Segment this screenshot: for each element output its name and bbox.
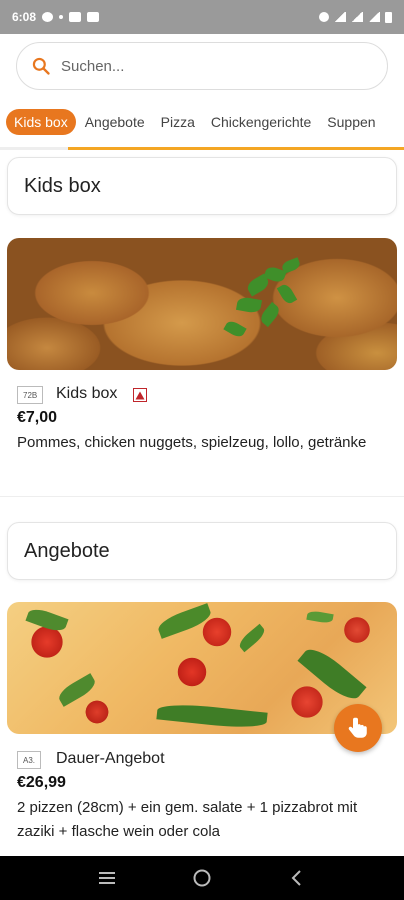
item-image-kids-box[interactable] <box>7 238 397 370</box>
hand-pointer-icon <box>348 717 367 738</box>
search-icon <box>32 57 50 75</box>
search-input[interactable] <box>61 57 361 75</box>
home-icon[interactable] <box>191 867 213 889</box>
order-fab-button[interactable] <box>334 704 382 752</box>
message-icon <box>42 12 54 22</box>
status-time: 6:08 <box>12 10 37 24</box>
search-bar[interactable] <box>16 42 388 90</box>
divider <box>0 496 404 497</box>
item-description-kids-box: Pommes, chicken nuggets, spielzeug, loll… <box>17 434 367 451</box>
signal-icon <box>351 12 363 22</box>
do-not-disturb-icon <box>319 12 329 22</box>
battery-icon <box>385 11 392 23</box>
item-name-kids-box[interactable]: Kids box <box>56 385 117 403</box>
category-tabs: Kids box Angebote Pizza Chickengerichte … <box>0 104 404 140</box>
dot-icon <box>59 15 64 19</box>
section-header-kids-box: Kids box <box>7 157 397 215</box>
system-nav-bar <box>0 856 404 900</box>
mail-icon-2 <box>87 12 100 22</box>
status-bar: 6:08 <box>0 0 404 34</box>
tab-chickengerichte[interactable]: Chickengerichte <box>204 109 318 135</box>
back-icon[interactable] <box>286 867 308 889</box>
tab-scroll-indicator <box>68 147 404 150</box>
tab-kids-box[interactable]: Kids box <box>6 109 76 135</box>
tab-pizza[interactable]: Pizza <box>154 109 202 135</box>
tab-suppen[interactable]: Suppen <box>320 109 382 135</box>
tab-angebote[interactable]: Angebote <box>78 109 152 135</box>
mail-icon <box>69 12 82 22</box>
item-description-dauer-angebot: 2 pizzen (28cm) + ein gem. salate + 1 pi… <box>17 799 358 840</box>
item-code-badge: A3. <box>17 751 42 769</box>
section-header-angebote: Angebote <box>7 522 397 580</box>
item-name-dauer-angebot[interactable]: Dauer-Angebot <box>56 750 165 768</box>
item-code-badge: 72B <box>17 386 44 404</box>
wifi-icon <box>334 12 346 22</box>
item-price-kids-box: €7,00 <box>17 409 58 426</box>
recent-apps-icon[interactable] <box>96 869 118 887</box>
tab-track <box>0 147 68 150</box>
item-price-dauer-angebot: €26,99 <box>17 774 66 791</box>
allergen-warning-icon[interactable] <box>133 388 147 402</box>
signal-icon-2 <box>368 12 380 22</box>
